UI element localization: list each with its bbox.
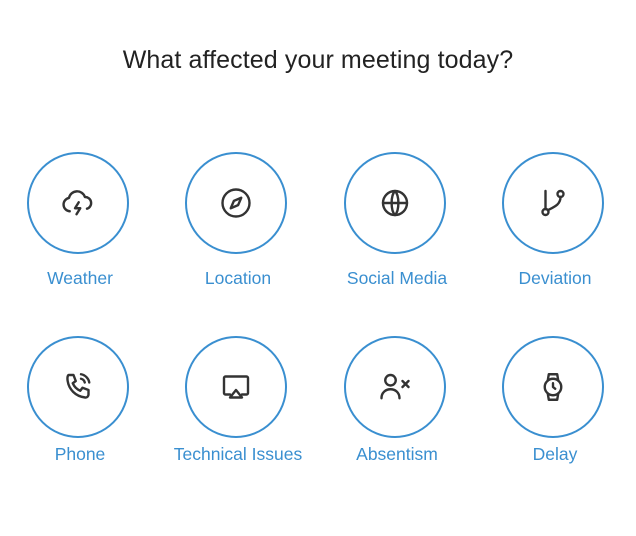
option-weather[interactable]: Weather	[0, 152, 160, 312]
options-row-2: Phone Technical Issues Absentism Delay	[0, 336, 636, 536]
phone-ringing-icon	[60, 369, 96, 405]
option-delay-label: Delay	[532, 444, 578, 464]
option-social-media[interactable]: Social Media	[317, 152, 477, 312]
option-technical-issues[interactable]: Technical Issues	[158, 336, 318, 496]
page-title: What affected your meeting today?	[122, 46, 514, 74]
option-deviation-label: Deviation	[518, 268, 592, 288]
option-weather-circle[interactable]	[27, 152, 129, 254]
option-phone[interactable]: Phone	[0, 336, 160, 496]
globe-icon	[377, 185, 413, 221]
option-location-circle[interactable]	[185, 152, 287, 254]
screen-cast-icon	[218, 369, 254, 405]
options-grid: Weather Location Social Media Deviation …	[0, 152, 636, 536]
option-delay-circle[interactable]	[502, 336, 604, 438]
git-branch-icon	[535, 185, 571, 221]
option-absentism-circle[interactable]	[344, 336, 446, 438]
option-deviation-circle[interactable]	[502, 152, 604, 254]
options-row-1: Weather Location Social Media Deviation	[0, 152, 636, 344]
option-phone-circle[interactable]	[27, 336, 129, 438]
option-technical-issues-circle[interactable]	[185, 336, 287, 438]
watch-icon	[535, 369, 571, 405]
option-location[interactable]: Location	[158, 152, 318, 312]
compass-icon	[218, 185, 254, 221]
option-deviation[interactable]: Deviation	[475, 152, 635, 312]
option-delay[interactable]: Delay	[475, 336, 635, 496]
cloud-lightning-icon	[60, 185, 96, 221]
option-absentism[interactable]: Absentism	[317, 336, 477, 496]
option-social-media-circle[interactable]	[344, 152, 446, 254]
user-remove-icon	[377, 369, 413, 405]
